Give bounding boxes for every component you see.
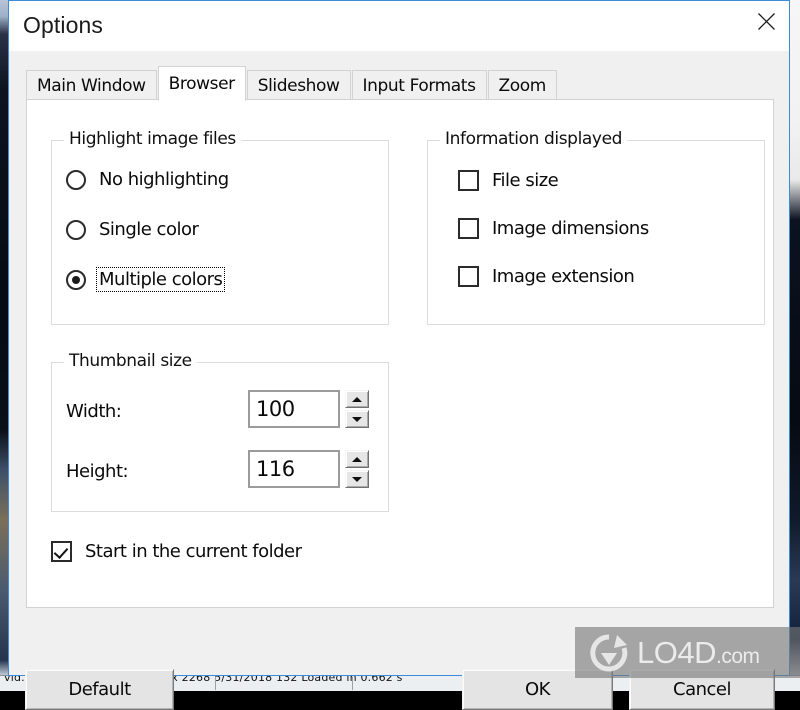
- width-spin-buttons: [345, 390, 369, 428]
- close-button[interactable]: [743, 1, 789, 41]
- cancel-button[interactable]: Cancel: [629, 669, 775, 710]
- tab-strip: Main Window Browser Slideshow Input Form…: [26, 65, 558, 101]
- width-spin-down-button[interactable]: [345, 410, 369, 428]
- default-button[interactable]: Default: [25, 669, 174, 710]
- radio-no-highlighting[interactable]: No highlighting: [66, 168, 231, 191]
- tab-input-formats[interactable]: Input Formats: [351, 70, 487, 100]
- thumbnail-size-group: Thumbnail size Width: 100 Height: 116: [51, 351, 389, 512]
- height-spin-buttons: [345, 450, 369, 488]
- width-label: Width:: [66, 401, 122, 422]
- height-spin-up-button[interactable]: [345, 450, 369, 468]
- radio-indicator: [66, 219, 86, 240]
- caret-down-icon: [352, 416, 362, 422]
- checkbox-indicator: [458, 266, 479, 287]
- tab-browser[interactable]: Browser: [157, 66, 246, 101]
- radio-indicator-selected: [66, 269, 86, 290]
- options-dialog: Options Main Window Browser Slideshow In…: [8, 0, 790, 710]
- tab-label: Input Formats: [362, 75, 476, 96]
- tab-slideshow[interactable]: Slideshow: [246, 70, 351, 100]
- checkbox-label: Image dimensions: [492, 218, 649, 239]
- checkbox-label: File size: [492, 170, 559, 191]
- tab-label: Zoom: [498, 75, 547, 96]
- radio-label: Multiple colors: [95, 267, 226, 292]
- radio-single-color[interactable]: Single color: [66, 218, 200, 241]
- tab-label: Slideshow: [257, 75, 340, 96]
- caret-up-icon: [352, 456, 362, 462]
- highlight-image-files-group: Highlight image files No highlighting Si…: [51, 129, 389, 325]
- dialog-titlebar[interactable]: Options: [9, 1, 789, 51]
- button-label: Default: [68, 679, 131, 700]
- tab-label: Main Window: [37, 75, 146, 96]
- width-input[interactable]: 100: [248, 390, 340, 428]
- caret-down-icon: [352, 476, 362, 482]
- checkbox-image-extension[interactable]: Image extension: [458, 265, 636, 288]
- caret-up-icon: [352, 396, 362, 402]
- tab-label: Browser: [168, 73, 235, 94]
- checkbox-file-size[interactable]: File size: [458, 169, 560, 192]
- button-label: Cancel: [673, 679, 731, 700]
- height-label: Height:: [66, 461, 129, 482]
- height-input[interactable]: 116: [248, 450, 340, 488]
- tab-main-window[interactable]: Main Window: [26, 70, 157, 100]
- radio-label: No highlighting: [99, 169, 229, 190]
- group-title: Thumbnail size: [64, 351, 197, 371]
- checkbox-image-dimensions[interactable]: Image dimensions: [458, 217, 651, 240]
- button-label: OK: [525, 679, 550, 700]
- close-x-icon: [757, 12, 775, 30]
- statusbar-separator: [215, 677, 216, 690]
- width-spin-up-button[interactable]: [345, 390, 369, 408]
- group-title: Highlight image files: [64, 129, 241, 149]
- dialog-title: Options: [23, 12, 103, 38]
- checkbox-start-in-current-folder[interactable]: Start in the current folder: [51, 540, 304, 563]
- statusbar-separator: [352, 677, 353, 690]
- checkbox-label: Image extension: [492, 266, 635, 287]
- ok-button[interactable]: OK: [462, 669, 613, 710]
- group-title: Information displayed: [440, 129, 628, 149]
- checkbox-label: Start in the current folder: [85, 541, 302, 562]
- tab-zoom[interactable]: Zoom: [487, 70, 557, 100]
- checkbox-indicator: [458, 170, 479, 191]
- information-displayed-group: Information displayed File size Image di…: [427, 129, 765, 325]
- checkbox-indicator-checked: [51, 541, 72, 562]
- width-stepper[interactable]: 100: [248, 390, 369, 428]
- height-spin-down-button[interactable]: [345, 470, 369, 488]
- dialog-client-area: Main Window Browser Slideshow Input Form…: [9, 51, 789, 710]
- checkbox-indicator: [458, 218, 479, 239]
- radio-label: Single color: [99, 219, 199, 240]
- browser-tab-page: Highlight image files No highlighting Si…: [26, 99, 774, 608]
- radio-multiple-colors[interactable]: Multiple colors: [66, 267, 226, 292]
- radio-indicator: [66, 169, 86, 190]
- height-stepper[interactable]: 116: [248, 450, 369, 488]
